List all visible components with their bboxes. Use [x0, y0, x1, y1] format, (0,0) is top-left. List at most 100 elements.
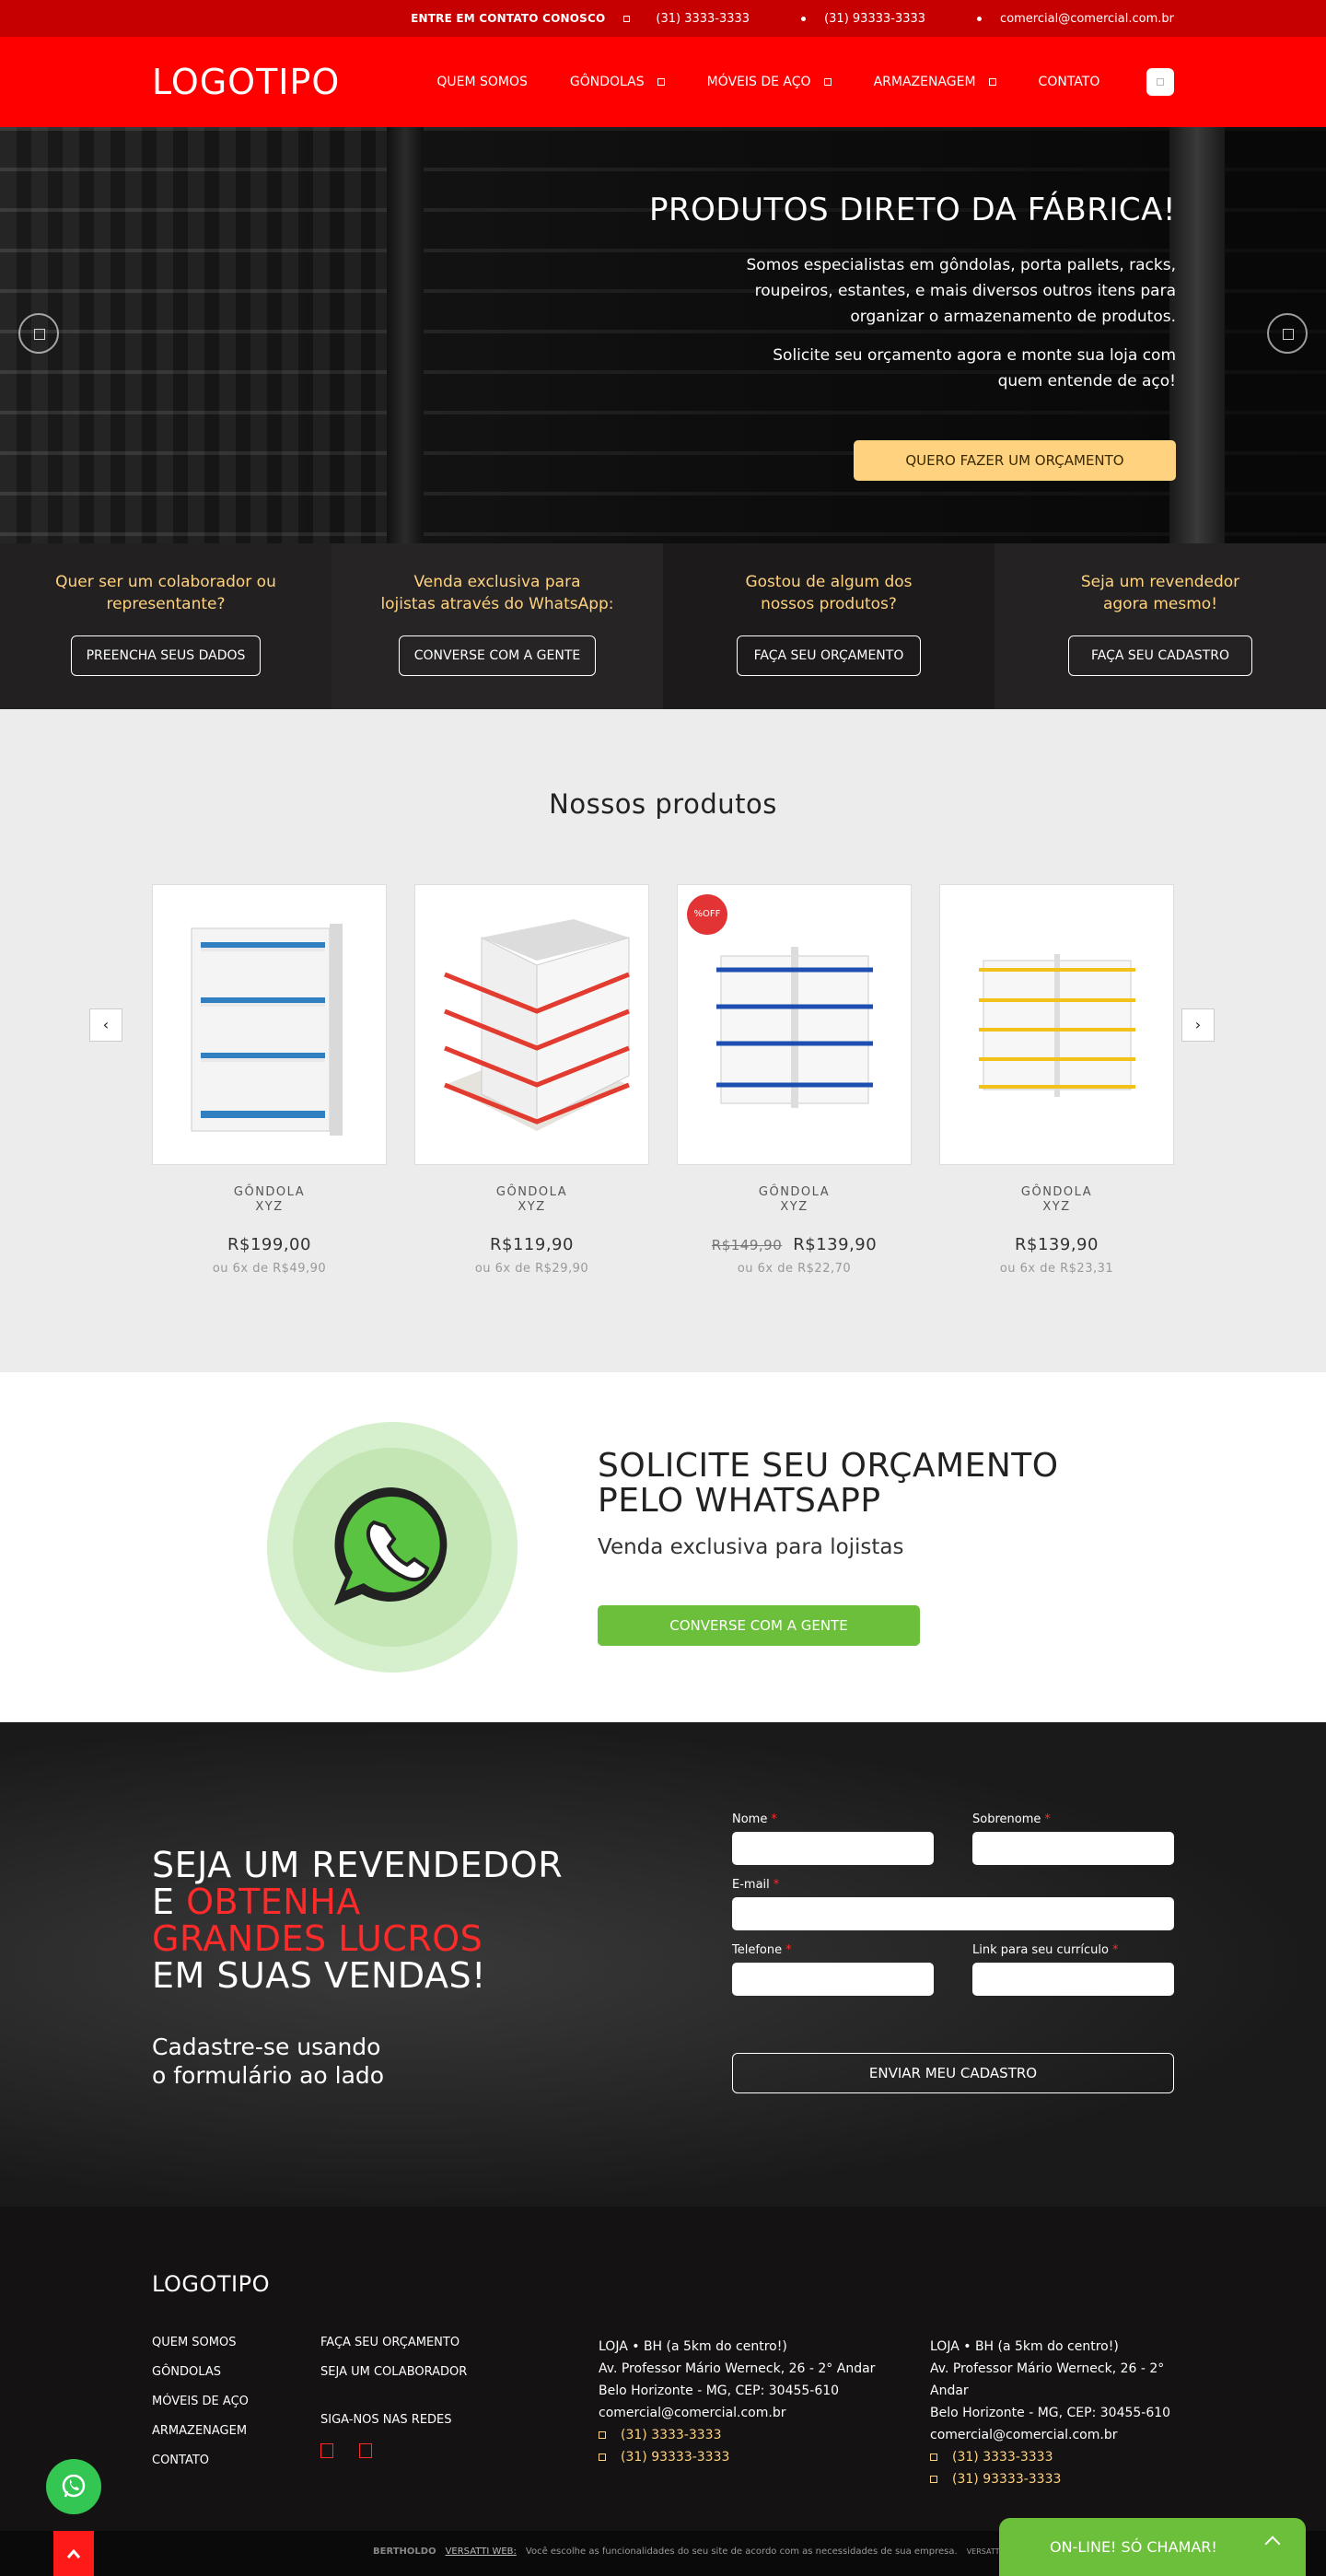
reseller-subtitle: Cadastre-se usando o formulário ao lado	[152, 2034, 385, 2089]
agency-logo[interactable]: BERTHOLDO	[373, 2547, 436, 2557]
products-section: Nossos produtos ‹ › GÔNDOLA XYZ R$199,00 …	[0, 709, 1326, 1372]
product-price: R$139,90	[793, 1235, 878, 1254]
hero-title: PRODUTOS DIRETO DA FÁBRICA!	[649, 192, 1176, 228]
store-info: LOJA • BH (a 5km do centro!) Av. Profess…	[599, 2336, 930, 2490]
product-card[interactable]: GÔNDOLA XYZ R$199,00 ou 6x de R$49,90	[152, 884, 387, 1276]
contact-icon	[623, 15, 631, 22]
product-carousel: ‹ › GÔNDOLA XYZ R$199,00 ou 6x de R$49,90	[89, 884, 1215, 1276]
footer-link[interactable]: FAÇA SEU ORÇAMENTO	[320, 2336, 599, 2350]
chevron-down-icon	[823, 78, 832, 86]
telefone-label: Telefone *	[732, 1943, 792, 1957]
chevron-up-icon	[66, 2548, 81, 2559]
product-card[interactable]: GÔNDOLA XYZ R$119,90 ou 6x de R$29,90	[414, 884, 649, 1276]
hero-cta-button[interactable]: QUERO FAZER UM ORÇAMENTO	[854, 440, 1176, 481]
product-name: GÔNDOLA	[233, 1185, 306, 1199]
footer-link[interactable]: CONTATO	[152, 2454, 320, 2468]
product-old-price: R$149,90	[711, 1237, 783, 1253]
footer-link[interactable]: SEJA UM COLABORADOR	[320, 2365, 599, 2380]
product-installments: ou 6x de R$22,70	[737, 1262, 852, 1276]
cta-quote: Gostou de algum dos nossos produtos? FAÇ…	[663, 543, 994, 709]
whatsapp-section: SOLICITE SEU ORÇAMENTO PELO WHATSAPP Ven…	[0, 1372, 1326, 1722]
topbar-phone1[interactable]: (31) 3333-3333	[656, 12, 750, 26]
product-image[interactable]	[939, 884, 1174, 1165]
cta-text: Venda exclusiva para lojistas através do…	[380, 573, 614, 613]
product-installments: ou 6x de R$29,90	[474, 1262, 589, 1276]
facebook-icon[interactable]	[320, 2443, 333, 2458]
whatsapp-float-button[interactable]	[46, 2459, 101, 2514]
store-email[interactable]: comercial@comercial.com.br	[930, 2424, 1174, 2446]
product-card[interactable]: GÔNDOLA XYZ R$139,90 ou 6x de R$23,31	[939, 884, 1174, 1276]
nav-quem-somos[interactable]: QUEM SOMOS	[436, 75, 528, 89]
store-phone[interactable]: (31) 3333-3333	[621, 2424, 722, 2446]
search-button[interactable]	[1146, 68, 1174, 96]
store-phone[interactable]: (31) 93333-3333	[621, 2446, 729, 2468]
telefone-field[interactable]	[732, 1963, 934, 1996]
bottom-bar: BERTHOLDO VERSATTI WEB: Você escolhe as …	[0, 2518, 1326, 2576]
store-phone[interactable]: (31) 93333-3333	[952, 2468, 1061, 2490]
store-email[interactable]: comercial@comercial.com.br	[599, 2402, 930, 2424]
hero-prev-arrow[interactable]	[18, 313, 59, 354]
carousel-next-button[interactable]: ›	[1181, 1008, 1215, 1042]
product-installments: ou 6x de R$49,90	[212, 1262, 327, 1276]
nav-contato[interactable]: CONTATO	[1039, 75, 1100, 89]
main-nav: QUEM SOMOS GÔNDOLAS MÓVEIS DE AÇO ARMAZE…	[436, 75, 1099, 89]
phone-icon	[930, 2454, 937, 2461]
nav-gondolas[interactable]: GÔNDOLAS	[570, 75, 665, 89]
footer-link[interactable]: GÔNDOLAS	[152, 2365, 320, 2380]
carousel-prev-button[interactable]: ‹	[89, 1008, 122, 1042]
topbar-phone2[interactable]: (31) 93333-3333	[824, 12, 925, 26]
arrow-right-icon	[1283, 329, 1294, 340]
online-chat-label: ON-LINE! SÓ CHAMAR!	[1050, 2538, 1217, 2556]
store-phone[interactable]: (31) 3333-3333	[952, 2446, 1053, 2468]
footer-logo[interactable]: LOGOTIPO	[152, 2271, 1174, 2297]
instagram-icon[interactable]	[359, 2443, 372, 2458]
talk-to-us-button[interactable]: CONVERSE COM A GENTE	[398, 635, 597, 676]
topbar-email[interactable]: comercial@comercial.com.br	[1000, 12, 1174, 26]
email-label: E-mail *	[732, 1878, 780, 1892]
product-price: R$119,90	[490, 1235, 574, 1254]
logo[interactable]: LOGOTIPO	[152, 62, 340, 102]
cta-whatsapp: Venda exclusiva para lojistas através do…	[332, 543, 663, 709]
make-quote-button[interactable]: FAÇA SEU ORÇAMENTO	[737, 635, 921, 676]
hero-next-arrow[interactable]	[1267, 313, 1308, 354]
hero-text-1: Somos especialistas em gôndolas, porta p…	[746, 256, 1176, 326]
whatsapp-talk-button[interactable]: CONVERSE COM A GENTE	[598, 1605, 920, 1646]
product-name: GÔNDOLA	[758, 1185, 831, 1199]
register-button[interactable]: FAÇA SEU CADASTRO	[1068, 635, 1252, 676]
cta-strip: Quer ser um colaborador ou representante…	[0, 543, 1326, 709]
footer-link[interactable]: ARMAZENAGEM	[152, 2424, 320, 2439]
product-image[interactable]	[152, 884, 387, 1165]
whatsapp-icon	[599, 2454, 606, 2461]
product-installments: ou 6x de R$23,31	[999, 1262, 1114, 1276]
site-header: LOGOTIPO QUEM SOMOS GÔNDOLAS MÓVEIS DE A…	[0, 37, 1326, 127]
nav-armazenagem[interactable]: ARMAZENAGEM	[874, 75, 996, 89]
cta-text: Quer ser um colaborador ou representante…	[55, 573, 276, 613]
sobrenome-label: Sobrenome *	[972, 1813, 1051, 1826]
curriculo-field[interactable]	[972, 1963, 1174, 1996]
phone-icon	[599, 2431, 606, 2439]
back-to-top-button[interactable]	[53, 2531, 94, 2576]
nav-moveis-de-aco[interactable]: MÓVEIS DE AÇO	[707, 75, 832, 89]
product-card[interactable]: %OFF GÔNDOLA XYZ R$149,90 R$139,90 ou 6x d…	[677, 884, 912, 1276]
reseller-title: SEJA UM REVENDEDOR E OBTENHA GRANDES LUC…	[152, 1845, 564, 1996]
gondola-image	[978, 953, 1135, 1097]
chevron-up-icon	[1264, 2535, 1281, 2552]
email-field[interactable]	[732, 1897, 1174, 1930]
credits-link[interactable]: VERSATTI WEB:	[446, 2547, 517, 2557]
credits: BERTHOLDO VERSATTI WEB: Você escolhe as …	[373, 2547, 1021, 2557]
footer-link[interactable]: MÓVEIS DE AÇO	[152, 2395, 320, 2409]
footer-link[interactable]: QUEM SOMOS	[152, 2336, 320, 2350]
whatsapp-subtitle: Venda exclusiva para lojistas	[598, 1535, 904, 1559]
nome-field[interactable]	[732, 1832, 934, 1865]
product-price: R$199,00	[227, 1235, 311, 1254]
reseller-section: SEJA UM REVENDEDOR E OBTENHA GRANDES LUC…	[0, 1722, 1326, 2207]
submit-button[interactable]: ENVIAR MEU CADASTRO	[732, 2053, 1174, 2093]
gondola-image	[715, 946, 873, 1108]
sobrenome-field[interactable]	[972, 1832, 1174, 1865]
fill-data-button[interactable]: PREENCHA SEUS DADOS	[70, 635, 262, 676]
product-image[interactable]	[414, 884, 649, 1165]
online-chat-widget[interactable]: ON-LINE! SÓ CHAMAR!	[999, 2518, 1306, 2576]
social-title: SIGA-NOS NAS REDES	[320, 2413, 452, 2427]
product-image[interactable]: %OFF	[677, 884, 912, 1165]
store-info: LOJA • BH (a 5km do centro!) Av. Profess…	[930, 2336, 1174, 2490]
